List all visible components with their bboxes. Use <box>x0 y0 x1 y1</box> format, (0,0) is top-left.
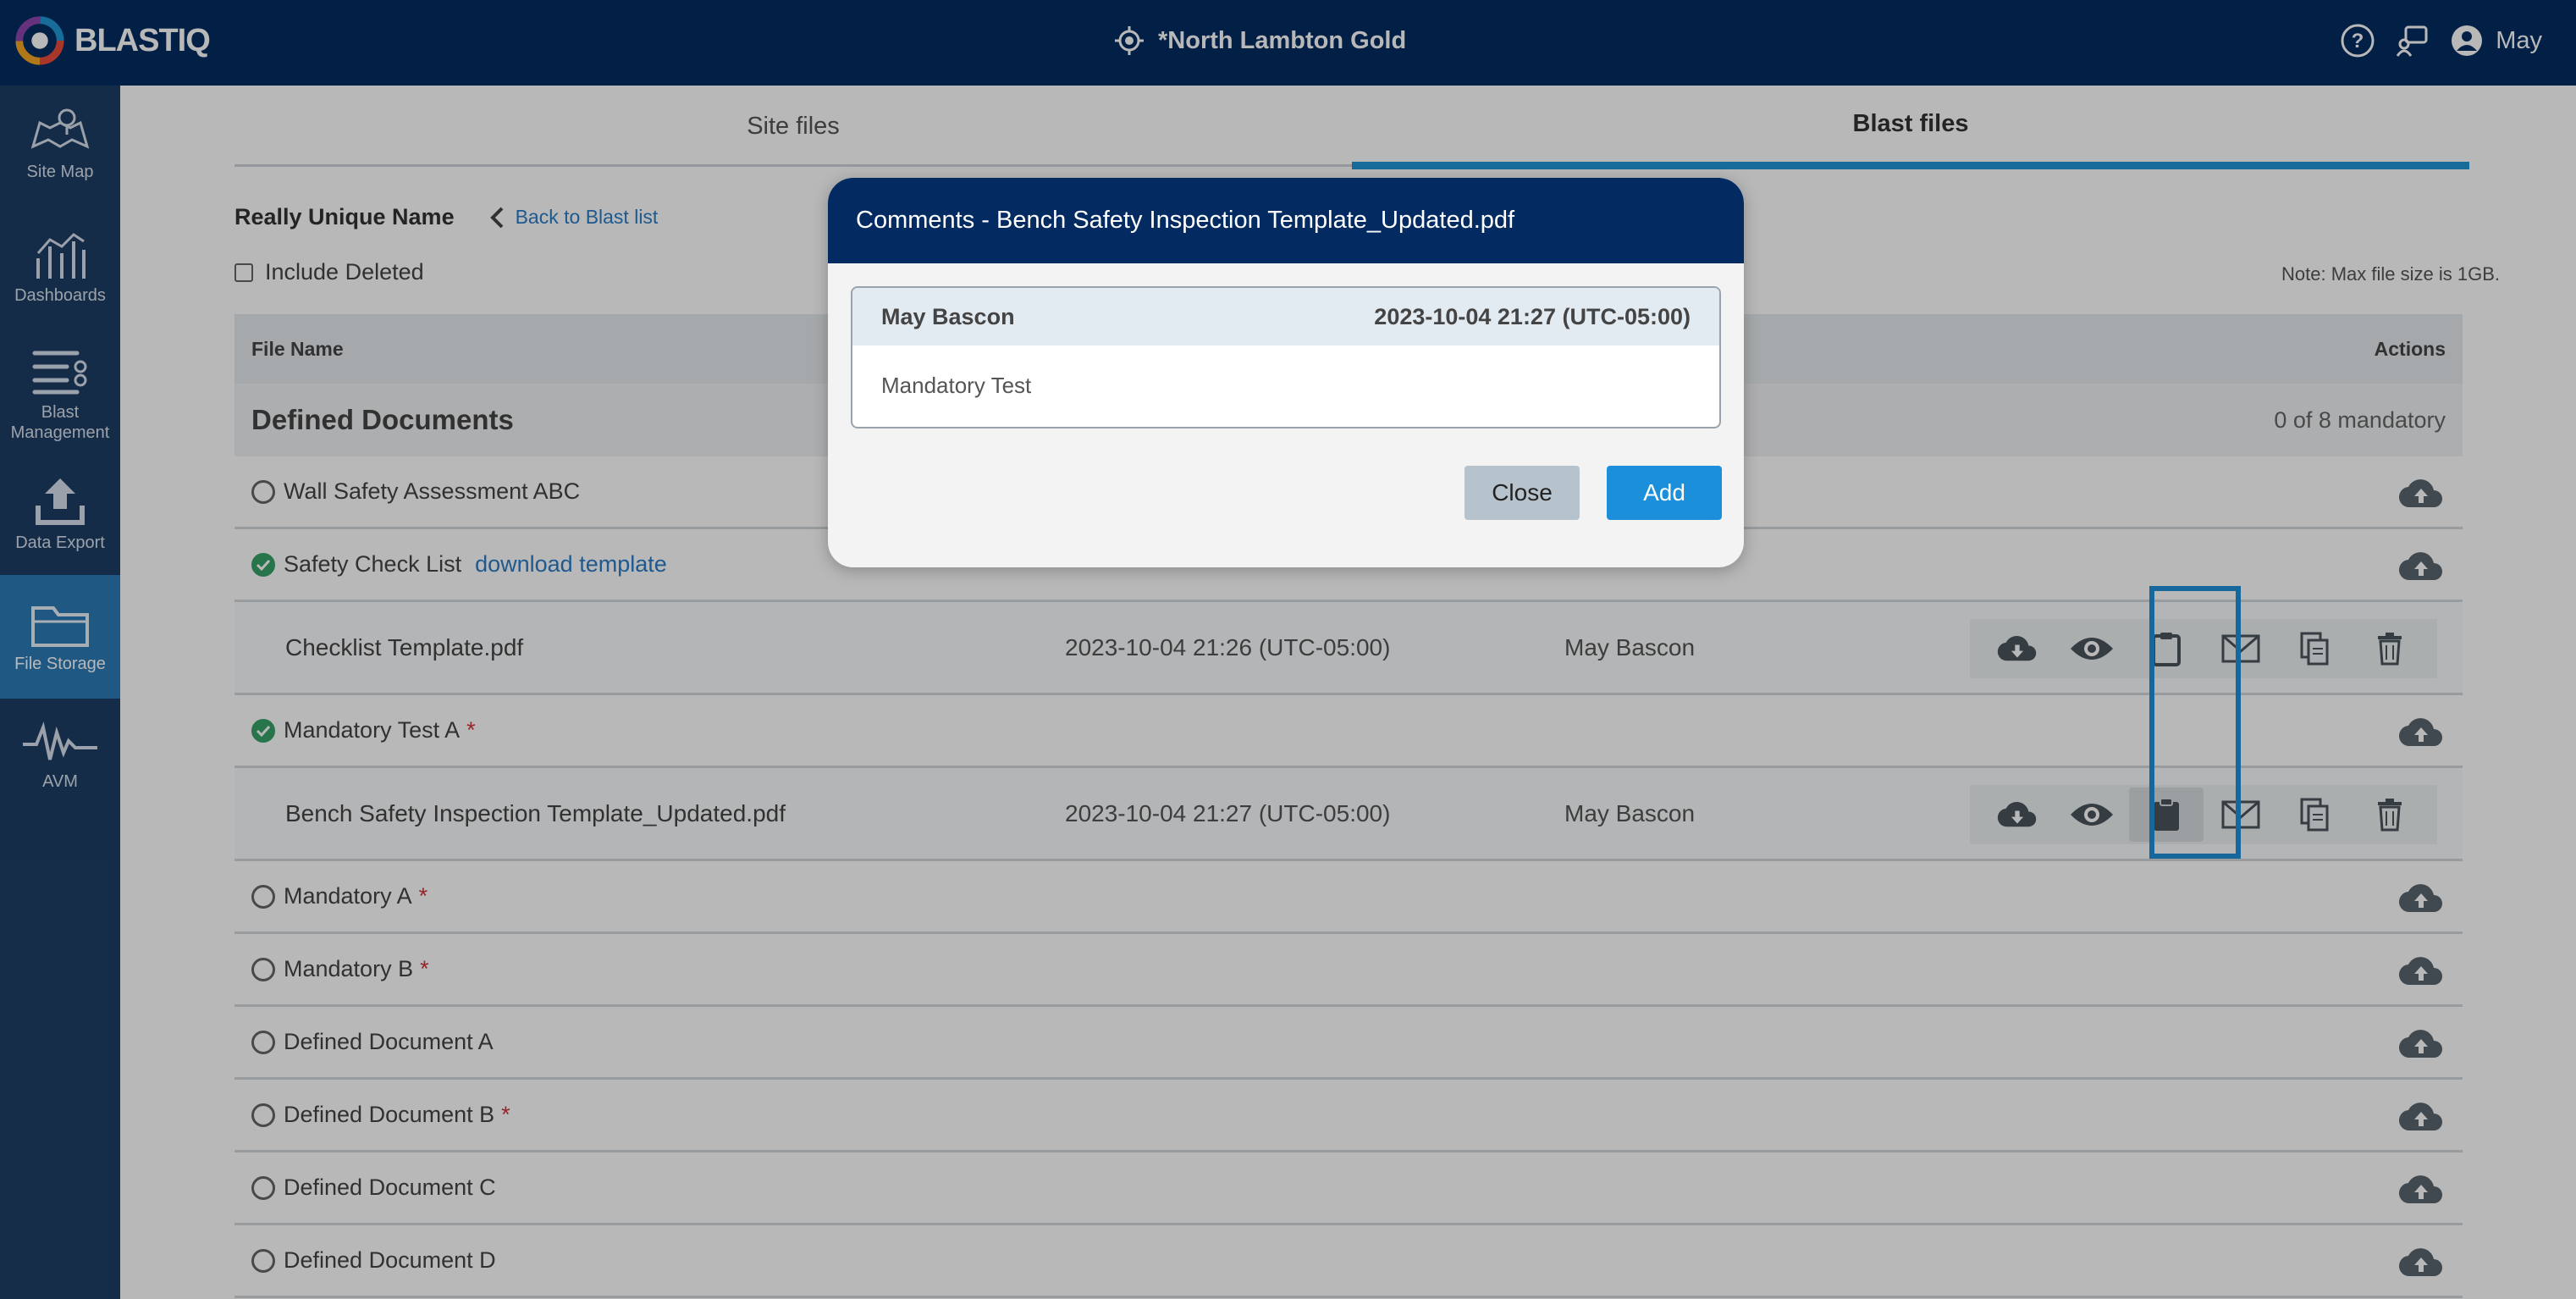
comment-header: May Bascon 2023-10-04 21:27 (UTC-05:00) <box>852 288 1719 345</box>
comments-modal: Comments - Bench Safety Inspection Templ… <box>828 178 1744 567</box>
comment-author: May Bascon <box>881 303 1015 329</box>
modal-title: Comments - Bench Safety Inspection Templ… <box>828 178 1744 263</box>
add-comment-button[interactable]: Add <box>1607 466 1722 520</box>
comment-timestamp: 2023-10-04 21:27 (UTC-05:00) <box>1374 303 1691 329</box>
comment-card: May Bascon 2023-10-04 21:27 (UTC-05:00) … <box>851 286 1721 428</box>
comment-text: Mandatory Test <box>881 373 1032 398</box>
close-button[interactable]: Close <box>1465 466 1580 520</box>
